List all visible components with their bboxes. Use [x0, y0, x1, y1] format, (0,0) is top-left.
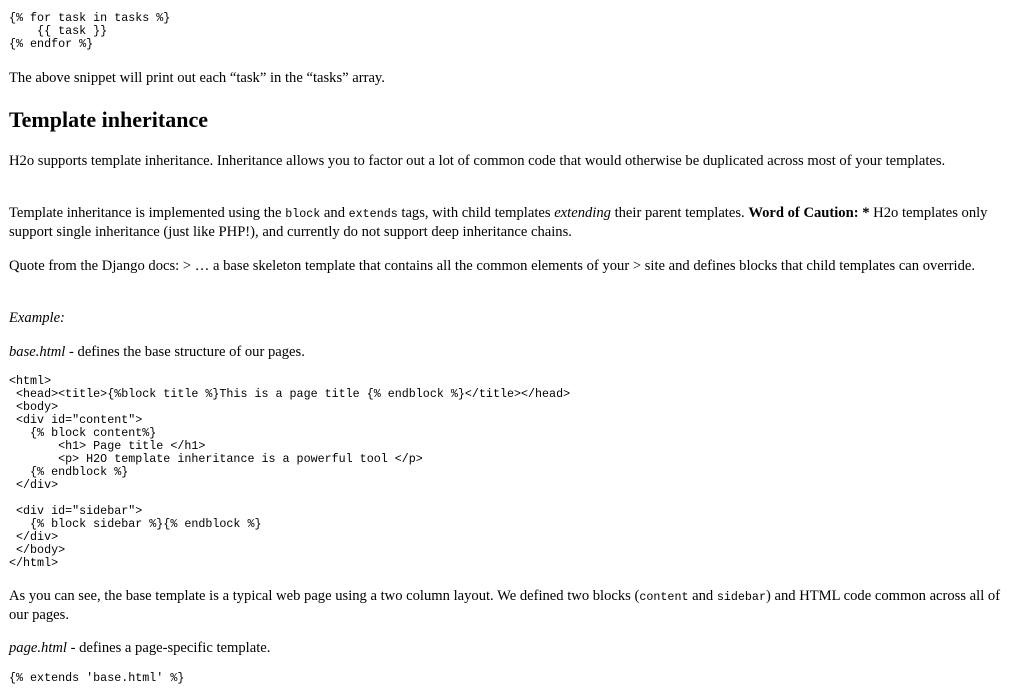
code-block-for-loop: {% for task in tasks %} {{ task }} {% en…	[9, 11, 171, 51]
caution-label: Word of Caution: *	[748, 205, 870, 221]
paragraph-loop-explanation: The above snippet will print out each “t…	[9, 70, 385, 86]
filename-base-html: base.html	[9, 344, 66, 360]
section-heading: Template inheritance	[9, 107, 208, 132]
text-segment: and	[320, 205, 349, 221]
paragraph-base-html: base.html - defines the base structure o…	[9, 343, 305, 361]
text-segment: As you can see, the base template is a t…	[9, 588, 640, 604]
paragraph-as-you-see: As you can see, the base template is a t…	[9, 587, 1009, 624]
text-segment: Template inheritance is implemented usin…	[9, 205, 286, 221]
inline-code-sidebar: sidebar	[716, 590, 766, 604]
inline-code-extends: extends	[348, 207, 398, 221]
text-segment: and	[688, 588, 717, 604]
paragraph-page-html: page.html - defines a page-specific temp…	[9, 639, 270, 657]
inline-code-content: content	[639, 590, 689, 604]
paragraph-implementation: Template inheritance is implemented usin…	[9, 204, 1009, 241]
paragraph-django-quote: Quote from the Django docs: > … a base s…	[9, 258, 975, 274]
inline-code-block: block	[285, 207, 321, 221]
text-segment: their parent templates.	[610, 205, 749, 221]
text-segment: tags, with child templates	[397, 205, 555, 221]
text-segment: - defines a page-specific template.	[66, 640, 271, 656]
emphasis-extending: extending	[554, 205, 611, 221]
code-block-base-html: <html> <head><title>{%block title %}This…	[9, 374, 571, 570]
paragraph-example: Example:	[9, 309, 65, 327]
example-label: Example:	[9, 310, 65, 326]
code-block-extends: {% extends 'base.html' %}	[9, 671, 185, 685]
text-segment: - defines the base structure of our page…	[65, 344, 305, 360]
paragraph-intro: H2o supports template inheritance. Inher…	[9, 153, 946, 169]
filename-page-html: page.html	[9, 640, 67, 656]
